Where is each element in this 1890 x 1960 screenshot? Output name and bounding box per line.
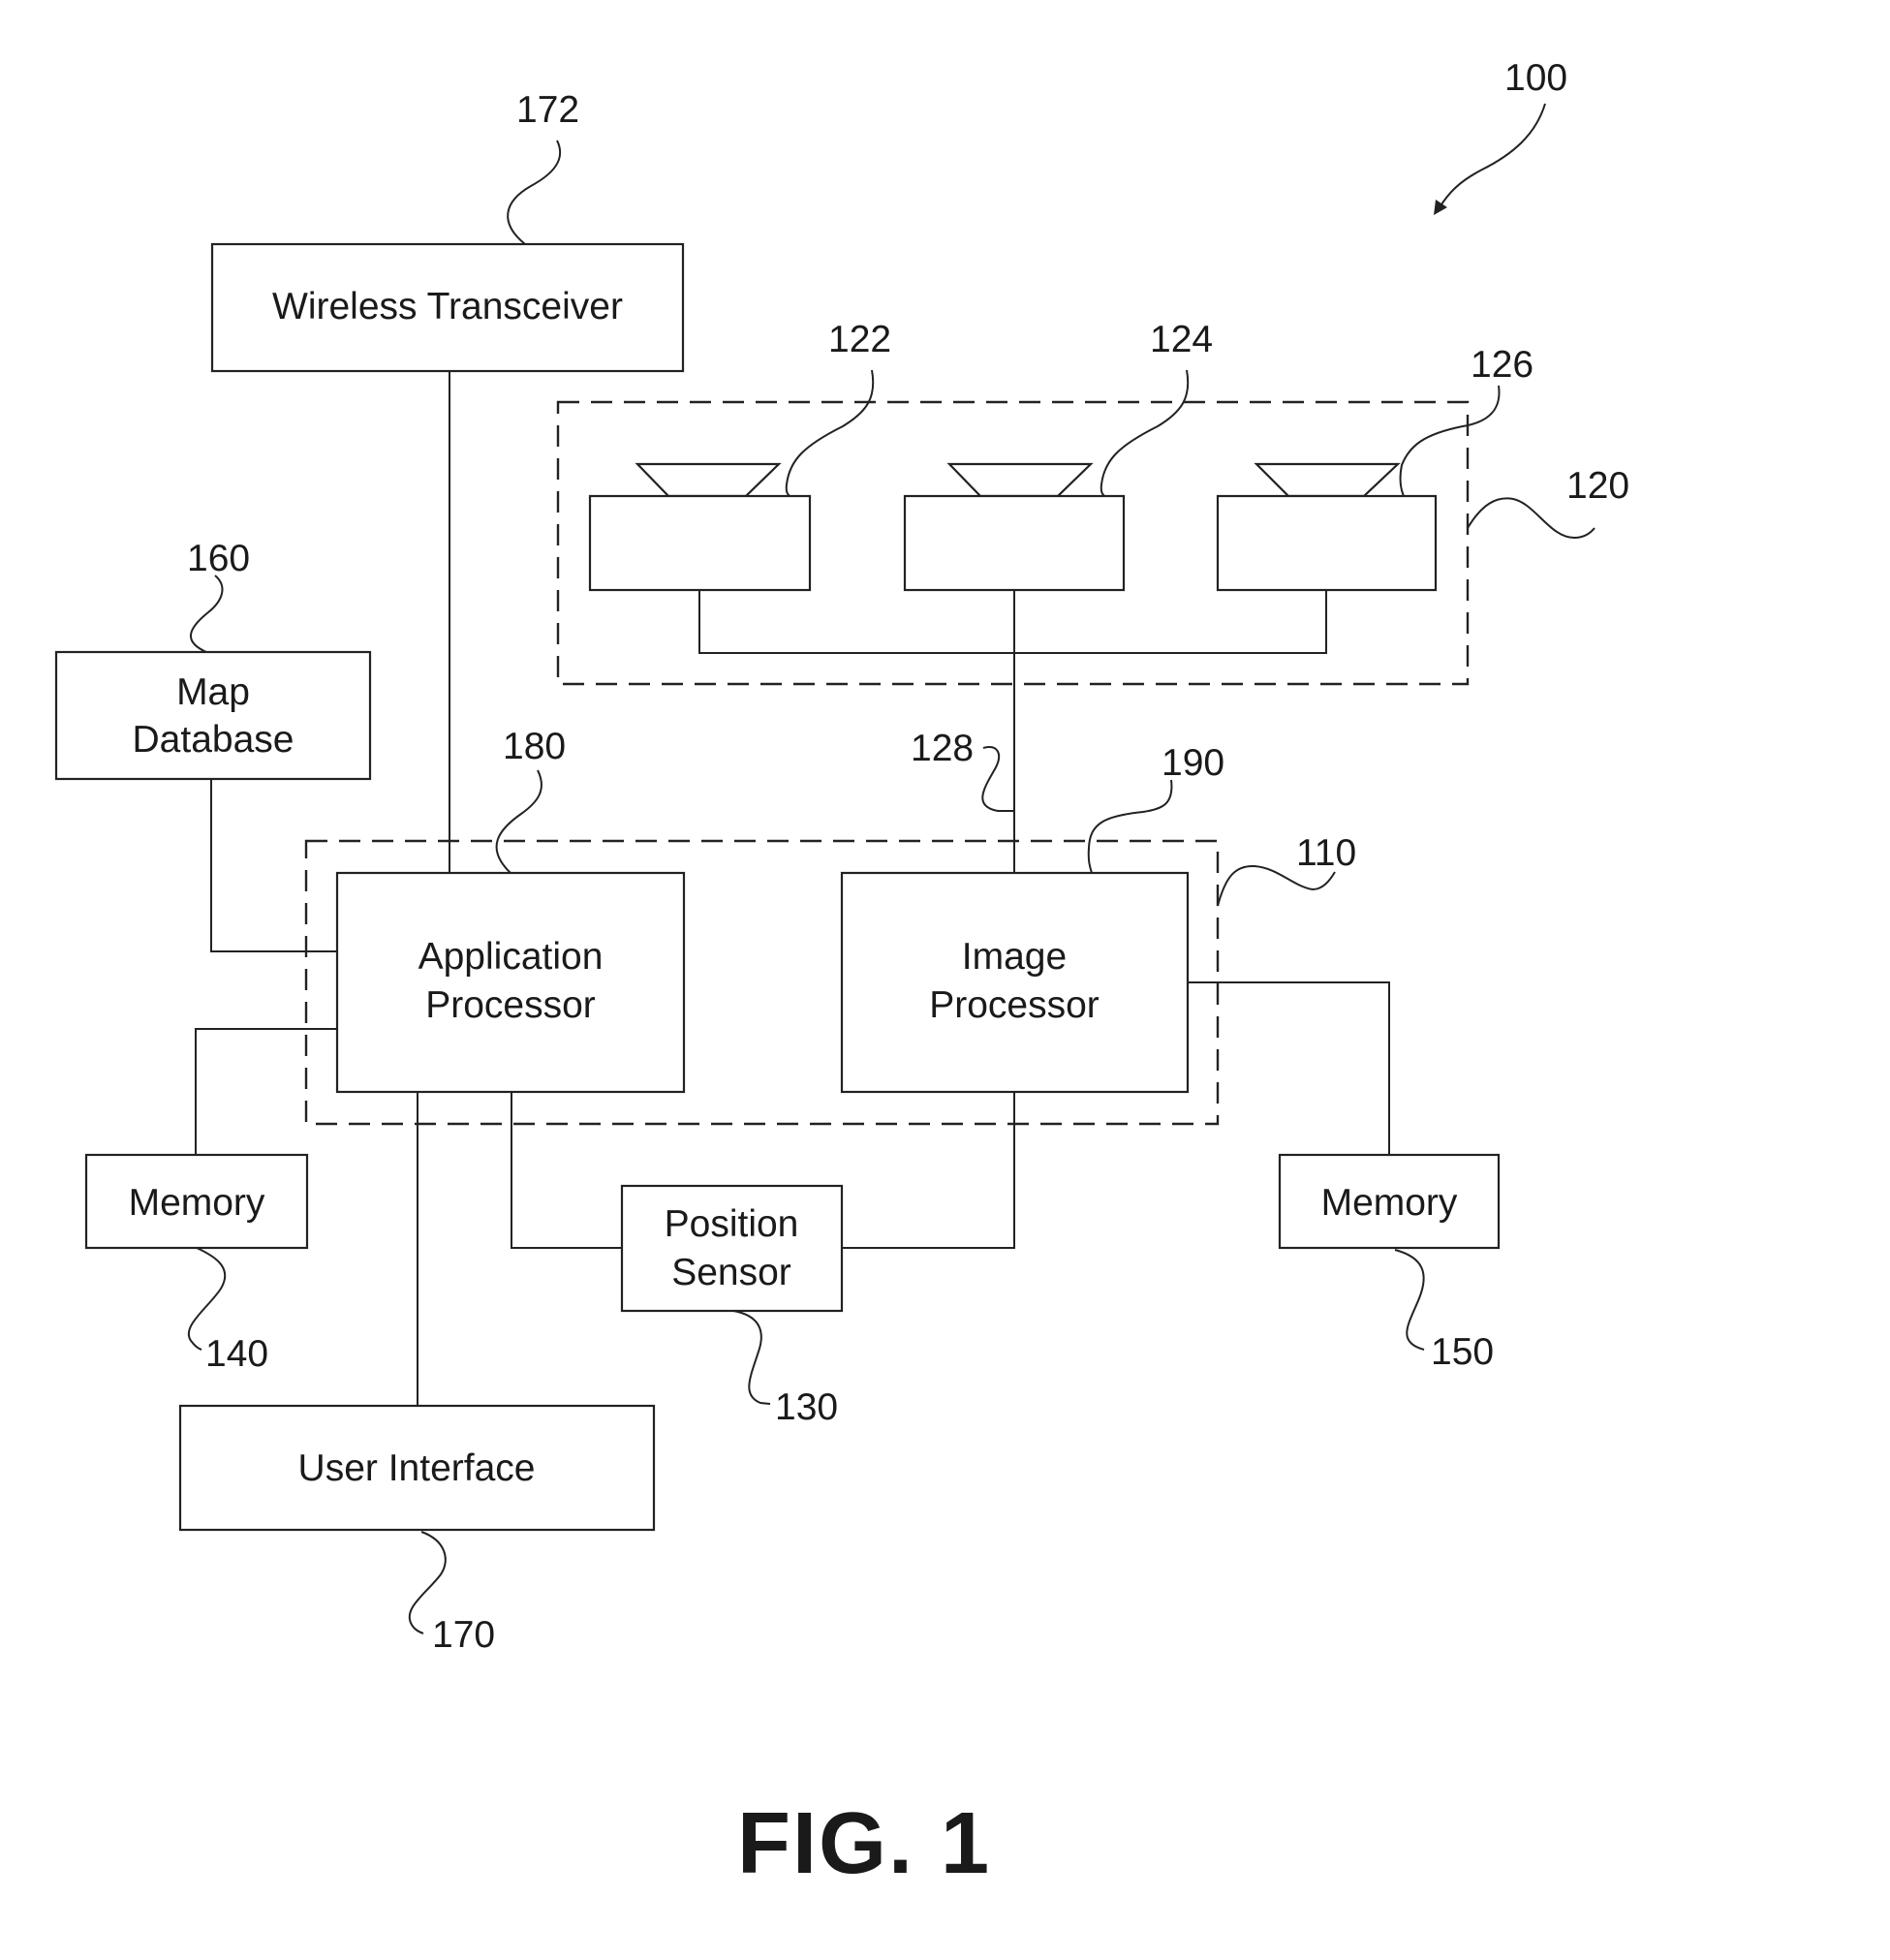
ref-126: 126 xyxy=(1471,344,1534,386)
memory-left-link xyxy=(195,1028,337,1155)
wireless-transceiver-label: Wireless Transceiver xyxy=(272,286,623,327)
camera-body xyxy=(588,494,812,592)
ref-100-arrow xyxy=(1439,103,1546,208)
ref-172: 172 xyxy=(516,89,579,131)
ref-180: 180 xyxy=(503,726,566,767)
ref-140: 140 xyxy=(205,1333,268,1375)
ref-170: 170 xyxy=(432,1614,495,1656)
ref-100: 100 xyxy=(1504,57,1567,99)
image-processor-label-line2: Processor xyxy=(929,984,1100,1026)
camera-body xyxy=(1216,494,1438,592)
position-sensor-label-line1: Position xyxy=(665,1203,799,1245)
figure-caption: FIG. 1 xyxy=(737,1795,991,1892)
ref-128: 128 xyxy=(911,728,974,769)
memory-left-label: Memory xyxy=(129,1182,265,1224)
ref-128-leader xyxy=(981,746,1014,812)
camera-lens-icon xyxy=(946,462,1094,498)
camera-lens-icon xyxy=(1254,462,1401,498)
image-processor-label-line1: Image xyxy=(962,936,1067,978)
ref-150-leader xyxy=(1394,1249,1425,1351)
camera-bus xyxy=(698,590,1327,654)
ref-160-leader xyxy=(189,575,224,653)
ref-190: 190 xyxy=(1162,742,1224,784)
ref-124-leader xyxy=(1100,369,1190,497)
ref-190-leader xyxy=(1087,779,1173,874)
ref-110: 110 xyxy=(1296,832,1356,874)
ref-160: 160 xyxy=(187,538,250,579)
map-database-label-line1: Map xyxy=(176,671,250,713)
ref-120: 120 xyxy=(1566,465,1629,507)
ref-122-leader xyxy=(785,369,875,497)
ref-124: 124 xyxy=(1150,319,1213,360)
ref-122: 122 xyxy=(828,319,891,360)
camera-body xyxy=(903,494,1126,592)
application-processor-label-line2: Processor xyxy=(425,984,596,1026)
user-interface-label: User Interface xyxy=(298,1447,536,1489)
ref-172-leader xyxy=(507,140,562,245)
application-processor-box xyxy=(335,871,686,1094)
ref-130-leader xyxy=(732,1310,771,1405)
camera-124 xyxy=(903,462,1126,592)
map-database-link xyxy=(210,779,337,952)
image-processor-to-position-sensor-link xyxy=(842,1092,1015,1249)
ref-150: 150 xyxy=(1431,1331,1494,1373)
position-sensor-label-line2: Sensor xyxy=(671,1252,791,1293)
arrowhead-icon xyxy=(1434,200,1447,215)
app-processor-to-position-sensor-link xyxy=(511,1092,622,1249)
ref-180-leader xyxy=(495,769,542,874)
block-diagram: Wireless Transceiver Map Database Applic… xyxy=(54,57,1629,1892)
camera-lens-icon xyxy=(635,462,782,498)
camera-126 xyxy=(1216,462,1438,592)
memory-right-label: Memory xyxy=(1321,1182,1458,1224)
map-database-label-line2: Database xyxy=(133,719,294,761)
ref-130: 130 xyxy=(775,1386,838,1428)
camera-122 xyxy=(588,462,812,592)
application-processor-label-line1: Application xyxy=(418,936,604,978)
image-processor-box xyxy=(840,871,1190,1094)
